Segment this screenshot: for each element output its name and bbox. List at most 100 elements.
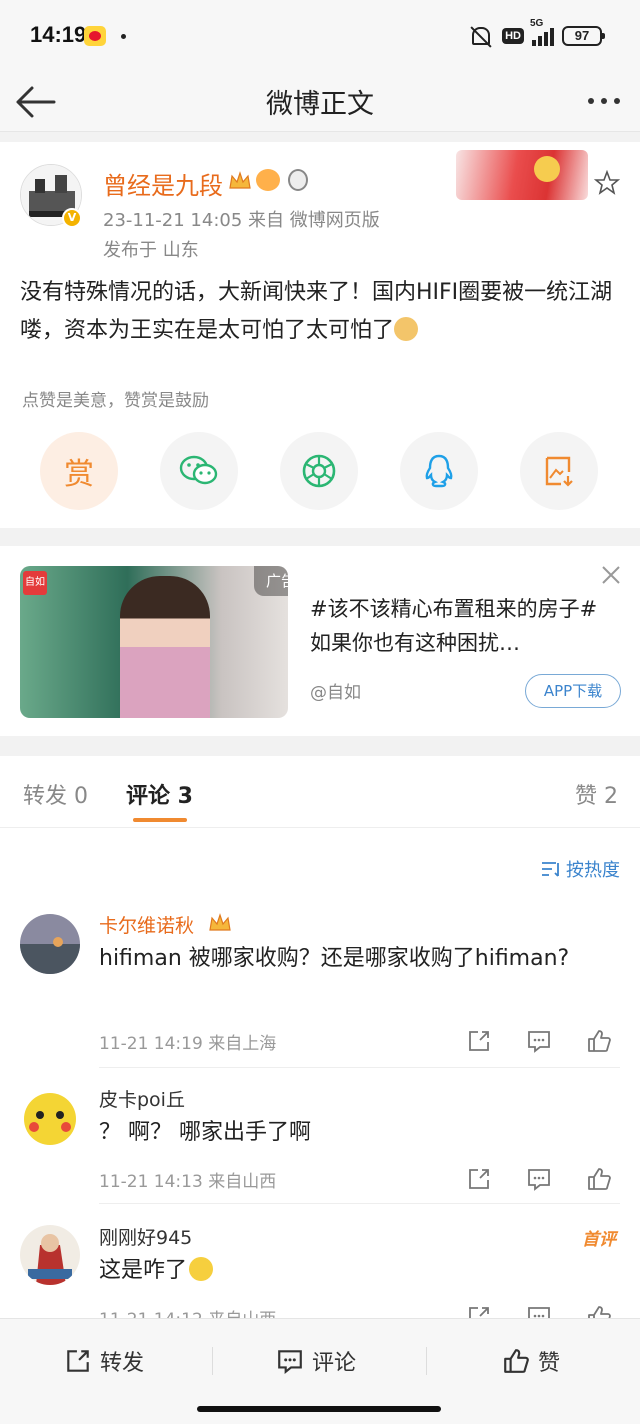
- hd-icon: HD: [502, 28, 524, 44]
- moments-icon: [302, 454, 336, 488]
- comment-icon: [278, 1350, 302, 1375]
- comment-list: 按热度 卡尔维诺秋 hifiman 被哪家收购？还是哪家收购了hifiman? …: [0, 828, 640, 1318]
- active-tab-indicator: [133, 818, 187, 822]
- fish-badge-icon[interactable]: [256, 169, 280, 191]
- comment-repost-button[interactable]: [466, 1166, 492, 1192]
- repost-label: 转发: [100, 1351, 145, 1376]
- post-content: 没有特殊情况的话，大新闻快来了！国内HIFI圈要被一统江湖喽，资本为王实在是太可…: [20, 274, 620, 350]
- commenter-avatar[interactable]: [20, 914, 80, 974]
- comment-label: 评论: [312, 1351, 357, 1376]
- favorite-star-button[interactable]: [593, 169, 621, 196]
- reward-icon: 赏: [64, 457, 94, 492]
- comment-repost-button[interactable]: [466, 1304, 492, 1318]
- wechat-icon: [179, 455, 218, 485]
- comment-icon: [528, 1031, 550, 1053]
- comment-icon: [528, 1169, 550, 1191]
- ad-thumbnail[interactable]: 自如 广告: [20, 566, 288, 718]
- thumbs-up-icon: [588, 1306, 611, 1318]
- thumbs-up-icon: [588, 1168, 611, 1190]
- like-button[interactable]: 赞: [502, 1341, 560, 1381]
- more-button[interactable]: [584, 86, 624, 116]
- verified-badge-icon: V: [62, 208, 82, 228]
- comment-like-button[interactable]: [586, 1166, 612, 1192]
- qq-icon: [425, 454, 453, 488]
- crown-badge-icon: [208, 912, 232, 934]
- commenter-avatar[interactable]: [20, 1087, 80, 1147]
- comment-text: ？ 啊？ 哪家出手了啊: [99, 1120, 311, 1145]
- comment-button[interactable]: 评论: [276, 1341, 356, 1381]
- repost-icon: [469, 1031, 489, 1051]
- sort-label: 按热度: [566, 860, 620, 881]
- comment-divider: [99, 1203, 620, 1204]
- comment-like-button[interactable]: [586, 1028, 612, 1054]
- ad-brand-logo: 自如: [23, 571, 47, 595]
- share-row: 赏: [40, 432, 600, 510]
- repost-icon: [469, 1307, 489, 1318]
- commenter-avatar[interactable]: [20, 1225, 80, 1285]
- top-nav: 微博正文: [0, 72, 640, 132]
- ad-person-image: [120, 576, 210, 718]
- save-image-icon: [545, 456, 573, 487]
- moments-share-button[interactable]: [280, 432, 358, 510]
- thumbs-up-icon: [588, 1030, 611, 1052]
- repost-button[interactable]: 转发: [64, 1341, 144, 1381]
- thumbs-up-icon: [504, 1349, 529, 1373]
- ad-card[interactable]: 自如 广告 #该不该精心布置租来的房子# 如果你也有这种困扰… @自如 APP下…: [0, 546, 640, 736]
- interaction-tabs: 转发 0 评论 3 赞 2: [0, 756, 640, 828]
- status-time: 14:19: [30, 22, 87, 47]
- commenter-name[interactable]: 皮卡poi丘: [99, 1085, 185, 1112]
- save-image-button[interactable]: [520, 432, 598, 510]
- comment-actions: [456, 1166, 616, 1192]
- comment-reply-button[interactable]: [526, 1304, 552, 1318]
- signal-icon: 5G: [530, 18, 554, 46]
- ad-text[interactable]: #该不该精心布置租来的房子# 如果你也有这种困扰…: [310, 592, 610, 660]
- comment-text: 这是咋了: [99, 1252, 619, 1289]
- status-bar: 14:19 HD 5G 97: [0, 0, 640, 72]
- home-indicator[interactable]: [197, 1406, 441, 1412]
- emblem-icon: [534, 156, 560, 182]
- page-title: 微博正文: [266, 89, 374, 120]
- sort-button[interactable]: 按热度: [540, 856, 620, 882]
- ad-source: @自如: [310, 683, 361, 703]
- app-download-button[interactable]: APP下载: [525, 674, 621, 708]
- status-indicators: HD 5G 97: [468, 18, 605, 50]
- comment-icon: [528, 1307, 550, 1318]
- post-card: V 曾经是九段 23-11-21 14:05 来自 微博网页版 发布于 山东 没…: [0, 142, 640, 528]
- wechat-share-button[interactable]: [160, 432, 238, 510]
- reward-button[interactable]: 赏: [40, 432, 118, 510]
- comment-time: 11-21 14:19 来自上海: [99, 1034, 277, 1054]
- crown-badge-icon[interactable]: [228, 170, 252, 192]
- mute-icon: [468, 25, 494, 47]
- ad-close-button[interactable]: [600, 564, 622, 586]
- comment-text-content: 这是咋了: [99, 1258, 188, 1283]
- commenter-name[interactable]: 卡尔维诺秋: [99, 911, 194, 938]
- tab-repost[interactable]: 转发 0: [23, 778, 88, 810]
- like-label: 赞: [538, 1351, 561, 1376]
- comment-text: hifiman 被哪家收购？还是哪家收购了hifiman?: [99, 946, 570, 971]
- author-name[interactable]: 曾经是九段: [103, 166, 223, 201]
- notification-dot-icon: [121, 34, 126, 39]
- comment-actions: [456, 1304, 616, 1318]
- comment-repost-button[interactable]: [466, 1028, 492, 1054]
- ad-tag: 广告: [254, 566, 288, 596]
- doge-emoji-icon: [394, 317, 419, 341]
- post-location: 发布于 山东: [103, 240, 199, 261]
- sort-icon: [542, 862, 559, 877]
- post-text: 没有特殊情况的话，大新闻快来了！国内HIFI圈要被一统江湖喽，资本为王实在是太可…: [20, 280, 613, 343]
- laugh-cry-emoji-icon: [189, 1257, 214, 1281]
- comment-like-button[interactable]: [586, 1304, 612, 1318]
- decoration-banner: [456, 150, 588, 200]
- qq-share-button[interactable]: [400, 432, 478, 510]
- commenter-name[interactable]: 刚刚好945: [99, 1223, 192, 1250]
- reward-tip: 点赞是美意，赞赏是鼓励: [22, 391, 209, 411]
- first-comment-badge: 首评: [582, 1230, 616, 1250]
- tab-comment[interactable]: 评论 3: [126, 778, 193, 810]
- tab-like[interactable]: 赞 2: [575, 778, 618, 810]
- post-meta: 23-11-21 14:05 来自 微博网页版: [103, 210, 380, 231]
- comment-time: 11-21 14:12 来自山西: [99, 1305, 276, 1318]
- comment-reply-button[interactable]: [526, 1166, 552, 1192]
- comment-divider: [99, 1067, 620, 1068]
- medal-badge-icon[interactable]: [288, 169, 308, 191]
- comment-reply-button[interactable]: [526, 1028, 552, 1054]
- bar-divider: [212, 1347, 213, 1375]
